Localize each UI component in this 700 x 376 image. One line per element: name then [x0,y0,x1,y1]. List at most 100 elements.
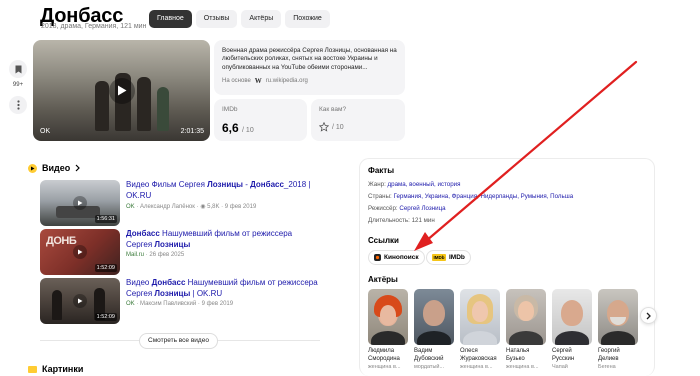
thumbnail-caption: ДОНБ [46,235,77,247]
video-author: Александр Лапёнок [140,204,195,210]
user-rating-row: / 10 [319,122,397,132]
actor-role: Бегена [598,364,616,370]
scene-figure [157,87,169,131]
fact-duration: Длительность: 121 мин [368,217,435,224]
play-icon [78,298,83,304]
video-meta: OK · Александр Лапёнок · ◉ 5,8K · 9 фев … [126,204,257,210]
eye-icon: ◉ [200,204,206,210]
actor-photo[interactable] [552,289,592,345]
tab-main[interactable]: Главное [149,10,192,28]
actor-last-name: Делиев [598,355,619,362]
bookmark-button[interactable] [9,60,27,78]
title-highlight: Лозницы [154,239,191,249]
actor-first-name: Георгий [598,348,620,354]
video-list-item: 1:52:09 Видео Донбасс Нашумевший фильм о… [40,278,320,324]
videos-section-header[interactable]: Видео [28,163,81,173]
actor-photo[interactable] [460,289,500,345]
actor-first-name: Сергей [552,348,572,354]
more-options-button[interactable] [9,96,27,114]
pictures-section-header[interactable]: Картинки [28,364,83,374]
actor-name[interactable]: Георгий Делиев [598,348,640,363]
video-list-item: 1:56:31 Видео Фильм Сергея Лозницы - Дон… [40,180,320,226]
fact-value-link[interactable]: Германия, Украина, Франция, Нидерланды, … [394,193,574,200]
actor-name[interactable]: Сергей Русскин [552,348,594,363]
video-source-label: OK [40,128,51,135]
video-section-icon [28,163,37,173]
main-video-player[interactable]: OK 2:01:35 [33,40,210,141]
scene-figure [137,77,151,131]
user-rating-label: Как вам? [319,106,347,113]
description-card: Военная драма режиссёра Сергея Лозницы, … [214,40,405,95]
video-duration: 1:52:09 [94,264,117,272]
play-button[interactable] [73,245,87,259]
video-source: OK [126,301,135,307]
video-title-link[interactable]: Донбасс Нашумевший фильм от режиссера Се… [126,229,320,250]
bookmark-icon [15,65,21,73]
title-highlight: Донбасс [126,229,160,238]
video-thumbnail[interactable]: 1:56:31 [40,180,120,226]
play-button[interactable] [108,77,135,104]
video-title-link[interactable]: Видео Донбасс Нашумевший фильм от режисс… [126,278,320,299]
fact-countries: Страны: Германия, Украина, Франция, Ниде… [368,193,573,200]
video-date: 9 фев 2019 [201,301,234,307]
actor-face [380,305,396,325]
actor-role: мордатый... [414,364,445,370]
fact-label: Длительность: [368,217,410,224]
source-link[interactable]: ru.wikipedia.org [266,78,308,84]
title-highlight: Лозницы [154,288,191,298]
chevron-right-icon [646,312,651,319]
imdb-rating-scale: / 10 [242,127,254,134]
link-label: Кинопоиск [384,254,419,261]
video-title-link[interactable]: Видео Фильм Сергея Лозницы - Донбасс_201… [126,180,320,201]
imdb-link-button[interactable]: IMDb IMDb [426,250,471,265]
show-all-videos-button[interactable]: Смотреть все видео [139,333,218,349]
title-part: Видео [126,278,152,287]
actor-role: женщина в... [460,364,493,370]
actors-next-button[interactable] [640,307,657,324]
video-thumbnail[interactable]: ДОНБ 1:52:09 [40,229,120,275]
side-actions: 99+ [8,60,28,114]
description-text: Военная драма режиссёра Сергея Лозницы, … [222,47,397,71]
actor-role: Чапай [552,364,568,370]
actor-name[interactable]: Вадим Дубовский [414,348,456,363]
chevron-right-icon [75,164,81,172]
fact-value-link[interactable]: драма, военный, история [388,181,461,188]
video-meta: Mail.ru · 26 фев 2025 [126,252,185,258]
actor-first-name: Людмила [368,348,395,354]
play-button[interactable] [73,196,87,210]
play-button[interactable] [73,294,87,308]
actor-role: женщина в... [506,364,539,370]
more-vertical-icon [16,100,20,110]
title-highlight: Лозницы [207,180,243,189]
title-highlight: Донбасс [250,180,284,189]
tab-similar[interactable]: Похожие [285,10,330,28]
actor-photo[interactable] [414,289,454,345]
actor-last-name: Дубовский [414,355,444,362]
fact-value: 121 мин [411,217,435,224]
fact-genre: Жанр: драма, военный, история [368,181,460,188]
description-source: На основе W ru.wikipedia.org [222,77,397,85]
user-rating-card[interactable]: Как вам? / 10 [311,99,405,141]
kinopoisk-link-button[interactable]: Кинопоиск [368,250,425,265]
actor-photo[interactable] [506,289,546,345]
actor-name[interactable]: Олеся Жураковская [460,348,502,363]
fact-value-link[interactable]: Сергей Лозница [399,205,445,212]
actor-name[interactable]: Людмила Смородина [368,348,410,363]
video-duration: 1:52:09 [94,313,117,321]
actor-first-name: Олеся [460,348,478,354]
fact-director: Режиссёр: Сергей Лозница [368,205,446,212]
star-icon [319,122,329,132]
tab-reviews[interactable]: Отзывы [195,10,238,28]
wikipedia-icon: W [254,77,262,86]
bookmark-count: 99+ [12,82,24,88]
facts-title: Факты [368,166,395,175]
actor-last-name: Смородина [368,355,400,362]
actor-photo[interactable] [598,289,638,345]
actor-name[interactable]: Наталья Бузько [506,348,548,363]
actor-photo[interactable] [368,289,408,345]
actor-last-name: Русскин [552,355,575,362]
link-label: IMDb [449,254,465,261]
video-thumbnail[interactable]: 1:52:09 [40,278,120,324]
user-rating-scale: / 10 [332,123,344,131]
tab-actors[interactable]: Актёры [241,10,282,28]
